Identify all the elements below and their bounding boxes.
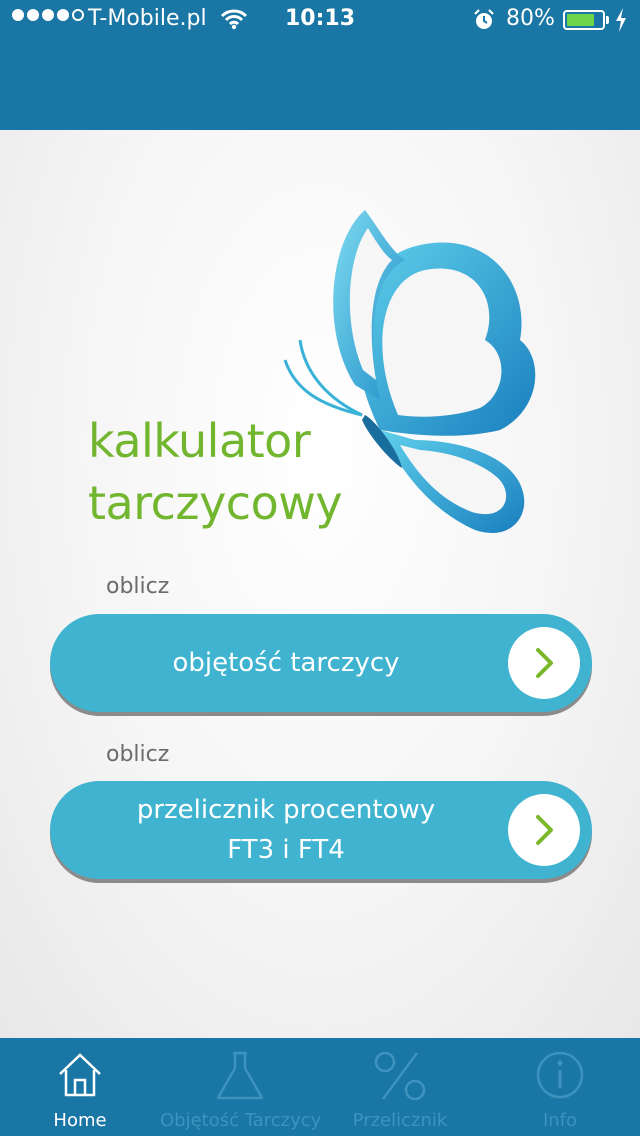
caption-oblicz-2: oblicz [106, 742, 170, 767]
tab-volume-label: Objętość Tarczycy [160, 1110, 322, 1131]
battery-icon [563, 10, 605, 30]
percent-converter-button[interactable]: przelicznik procentowy FT3 i FT4 [50, 781, 592, 879]
tab-info[interactable]: Info [480, 1038, 640, 1136]
top-bar: T-Mobile.pl 10:13 80% [0, 0, 640, 130]
battery-tip [606, 16, 609, 24]
chevron-right-icon [508, 794, 580, 866]
chevron-right-icon [508, 627, 580, 699]
volume-calculator-button[interactable]: objętość tarczycy [50, 614, 592, 712]
info-icon [535, 1050, 585, 1104]
charging-icon [614, 7, 628, 39]
status-bar: T-Mobile.pl 10:13 80% [0, 0, 640, 40]
tab-home-label: Home [53, 1110, 107, 1131]
home-icon [55, 1050, 105, 1104]
percent-converter-label-line2: FT3 i FT4 [227, 835, 345, 865]
logo-line1: kalkulator [88, 414, 311, 468]
tab-converter-label: Przelicznik [352, 1110, 448, 1131]
app-logo-text: kalkulator tarczycowy [88, 410, 343, 534]
tab-home[interactable]: Home [0, 1038, 160, 1136]
tab-volume[interactable]: Objętość Tarczycy [160, 1038, 322, 1136]
battery-percent: 80% [506, 6, 555, 31]
percent-converter-label-line1: przelicznik procentowy [136, 795, 436, 825]
tab-bar: Home Objętość Tarczycy Przelicznik Info [0, 1038, 640, 1136]
logo-line2: tarczycowy [88, 476, 343, 530]
flask-icon [213, 1050, 267, 1106]
tab-info-label: Info [542, 1110, 578, 1131]
tab-converter[interactable]: Przelicznik [320, 1038, 480, 1136]
caption-oblicz-1: oblicz [106, 574, 170, 599]
home-content: kalkulator tarczycowy oblicz objętość ta… [0, 130, 640, 1038]
percent-icon [373, 1050, 427, 1106]
volume-calculator-label: objętość tarczycy [172, 648, 400, 678]
alarm-icon [472, 8, 496, 38]
